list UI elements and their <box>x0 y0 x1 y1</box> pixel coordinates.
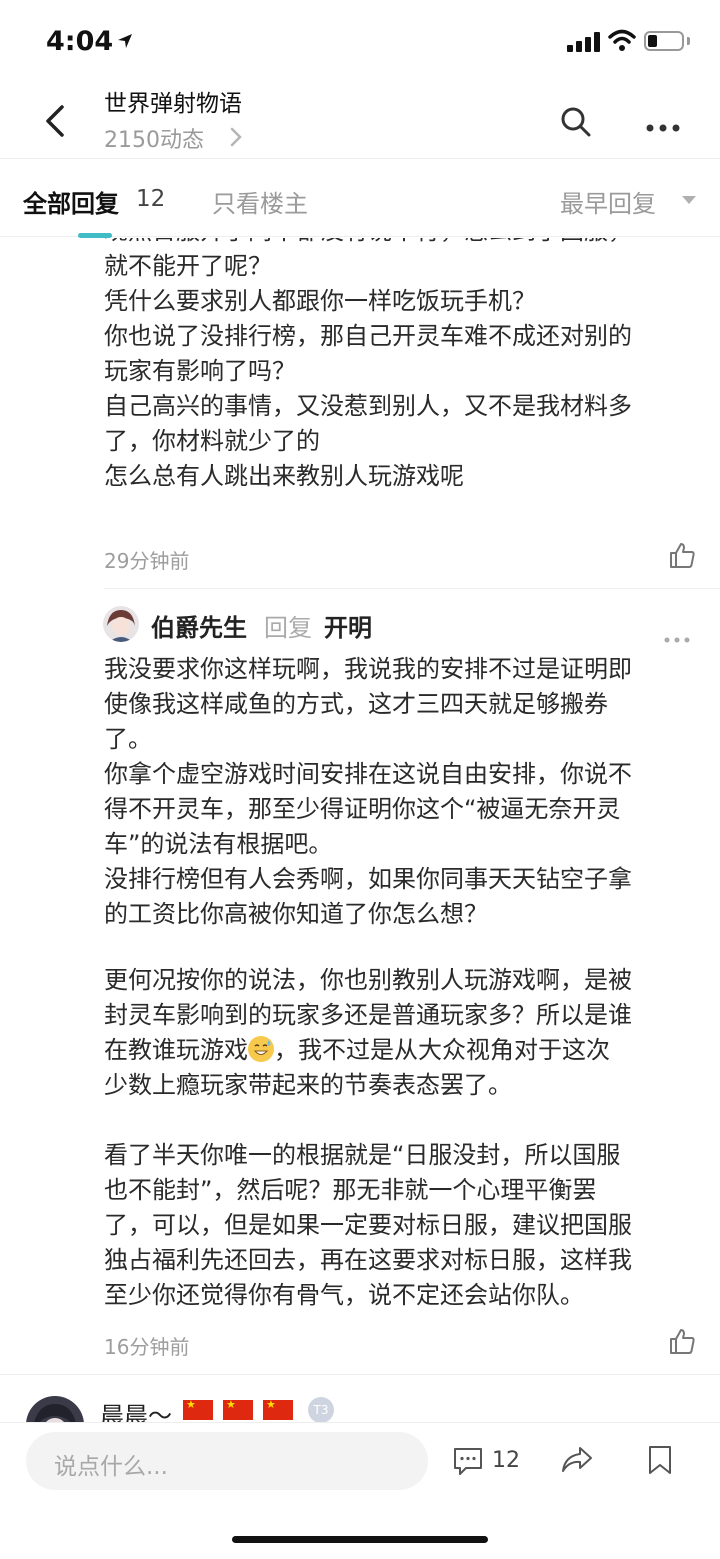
comment-line: 独占福利先还回去，再在这要求对标日服，这样我 <box>104 1246 632 1274</box>
home-indicator <box>232 1536 488 1543</box>
battery-tip <box>687 37 690 45</box>
comment-text: ，我不过是从大众视角对于这次 <box>274 1036 610 1064</box>
comment-text: 在教谁玩游戏 <box>104 1036 248 1064</box>
comment-line: 封灵车影响到的玩家多还是普通玩家多？所以是谁 <box>104 1001 632 1029</box>
comment-line: 我没要求你这样玩啊，我说我的安排不过是证明即 <box>104 655 632 683</box>
flag-badges <box>183 1398 303 1422</box>
reply-word: 回复 <box>264 614 312 642</box>
comment-line: 看了半天你唯一的根据就是“日服没封，所以国服 <box>104 1141 621 1169</box>
like-thumb-icon[interactable] <box>668 541 696 573</box>
more-options-icon[interactable] <box>664 628 690 647</box>
thread-divider <box>0 1374 720 1375</box>
comment-body-2: 我没要求你这样玩啊，我说我的安排不过是证明即 使像我这样咸鱼的方式，这才三四天就… <box>104 652 698 932</box>
comment-line: 没排行榜但有人会秀啊，如果你同事天天钻空子拿 <box>104 865 632 893</box>
status-time: 4:04 <box>46 26 114 57</box>
tab-all-replies-count: 12 <box>136 186 166 212</box>
caret-down-icon[interactable] <box>682 196 696 204</box>
comment-time-1: 29分钟前 <box>104 549 190 573</box>
comment-line: 现然日服开了同不都没有说不行，怎么到了国服， <box>104 217 632 245</box>
comment-username[interactable]: 伯爵先生 <box>151 608 247 643</box>
comment-line: 自己高兴的事情，又没惹到别人，又不是我材料多 <box>104 392 632 420</box>
sort-dropdown[interactable]: 最早回复 <box>560 184 656 219</box>
comment-line: 车”的说法有根据吧。 <box>104 830 333 858</box>
wifi-icon <box>608 28 636 56</box>
comment-line: 了，可以，但是如果一定要对标日服，建议把国服 <box>104 1211 632 1239</box>
comment-time-2: 16分钟前 <box>104 1335 190 1359</box>
location-arrow-icon <box>116 32 134 54</box>
tab-host-only[interactable]: 只看楼主 <box>212 184 308 219</box>
comment-bubble-icon[interactable] <box>452 1446 484 1480</box>
comment-line: 凭什么要求别人都跟你一样吃饭玩手机？ <box>104 287 536 315</box>
search-icon[interactable] <box>560 106 592 142</box>
comment-count: 12 <box>492 1448 520 1473</box>
back-arrow-icon[interactable] <box>44 104 66 142</box>
cellular-signal-icon <box>567 32 601 56</box>
comment-line: 至少你还觉得你有骨气，说不定还会站你队。 <box>104 1281 584 1309</box>
comment-line: 玩家有影响了吗？ <box>104 357 296 385</box>
china-flag-icon <box>223 1398 253 1420</box>
battery-icon <box>644 31 684 51</box>
more-options-icon[interactable] <box>646 117 680 136</box>
comment-body-2c: 看了半天你唯一的根据就是“日服没封，所以国服 也不能封”，然后呢？那无非就一个心… <box>104 1138 698 1313</box>
comment-divider <box>104 588 720 589</box>
comment-line: 使像我这样咸鱼的方式，这才三四天就足够搬券 <box>104 690 608 718</box>
comment-line: 你也说了没排行榜，那自己开灵车难不成还对别的 <box>104 322 632 350</box>
comment-line-with-emoji: 在教谁玩游戏 ，我不过是从大众视角对于这次 <box>104 1033 698 1068</box>
level-badge-icon: T3 <box>308 1397 334 1423</box>
comment-line: 怎么总有人跳出来教别人玩游戏呢 <box>104 462 464 490</box>
bookmark-icon[interactable] <box>646 1444 674 1480</box>
avatar[interactable] <box>103 606 139 642</box>
comment-line: 得不开灵车，那至少得证明你这个“被逼无奈开灵 <box>104 795 621 823</box>
comment-body-1: 现然日服开了同不都没有说不行，怎么到了国服， 就不能开了呢？ 凭什么要求别人都跟… <box>104 217 698 494</box>
share-arrow-icon[interactable] <box>560 1444 594 1480</box>
activity-count-link[interactable]: 2150动态 <box>104 122 204 154</box>
comment-line: 也不能封”，然后呢？那无非就一个心理平衡罢 <box>104 1176 597 1204</box>
comment-line: 了。 <box>104 725 152 753</box>
comment-line: 少数上瘾玩家带起来的节奏表态罢了。 <box>104 1071 512 1099</box>
comment-line: 你拿个虚空游戏时间安排在这说自由安排，你说不 <box>104 760 632 788</box>
china-flag-icon <box>263 1398 293 1420</box>
sweat-smile-emoji-icon <box>248 1036 274 1062</box>
comment-input-placeholder[interactable]: 说点什么... <box>54 1447 168 1481</box>
comment-line: 了，你材料就少了的 <box>104 427 320 455</box>
page-title: 世界弹射物语 <box>104 91 242 117</box>
like-thumb-icon[interactable] <box>668 1327 696 1359</box>
active-tab-indicator <box>78 233 112 238</box>
reply-to-username[interactable]: 开明 <box>324 608 372 643</box>
comment-line: 的工资比你高被你知道了你怎么想？ <box>104 900 488 928</box>
comment-line: 更何况按你的说法，你也别教别人玩游戏啊，是被 <box>104 966 632 994</box>
header-divider <box>0 158 720 159</box>
tab-all-replies[interactable]: 全部回复 <box>23 184 119 219</box>
chevron-right-icon[interactable] <box>230 127 242 151</box>
comment-line: 就不能开了呢？ <box>104 252 272 280</box>
china-flag-icon <box>183 1398 213 1420</box>
comment-body-2b: 更何况按你的说法，你也别教别人玩游戏啊，是被 封灵车影响到的玩家多还是普通玩家多… <box>104 963 698 1103</box>
